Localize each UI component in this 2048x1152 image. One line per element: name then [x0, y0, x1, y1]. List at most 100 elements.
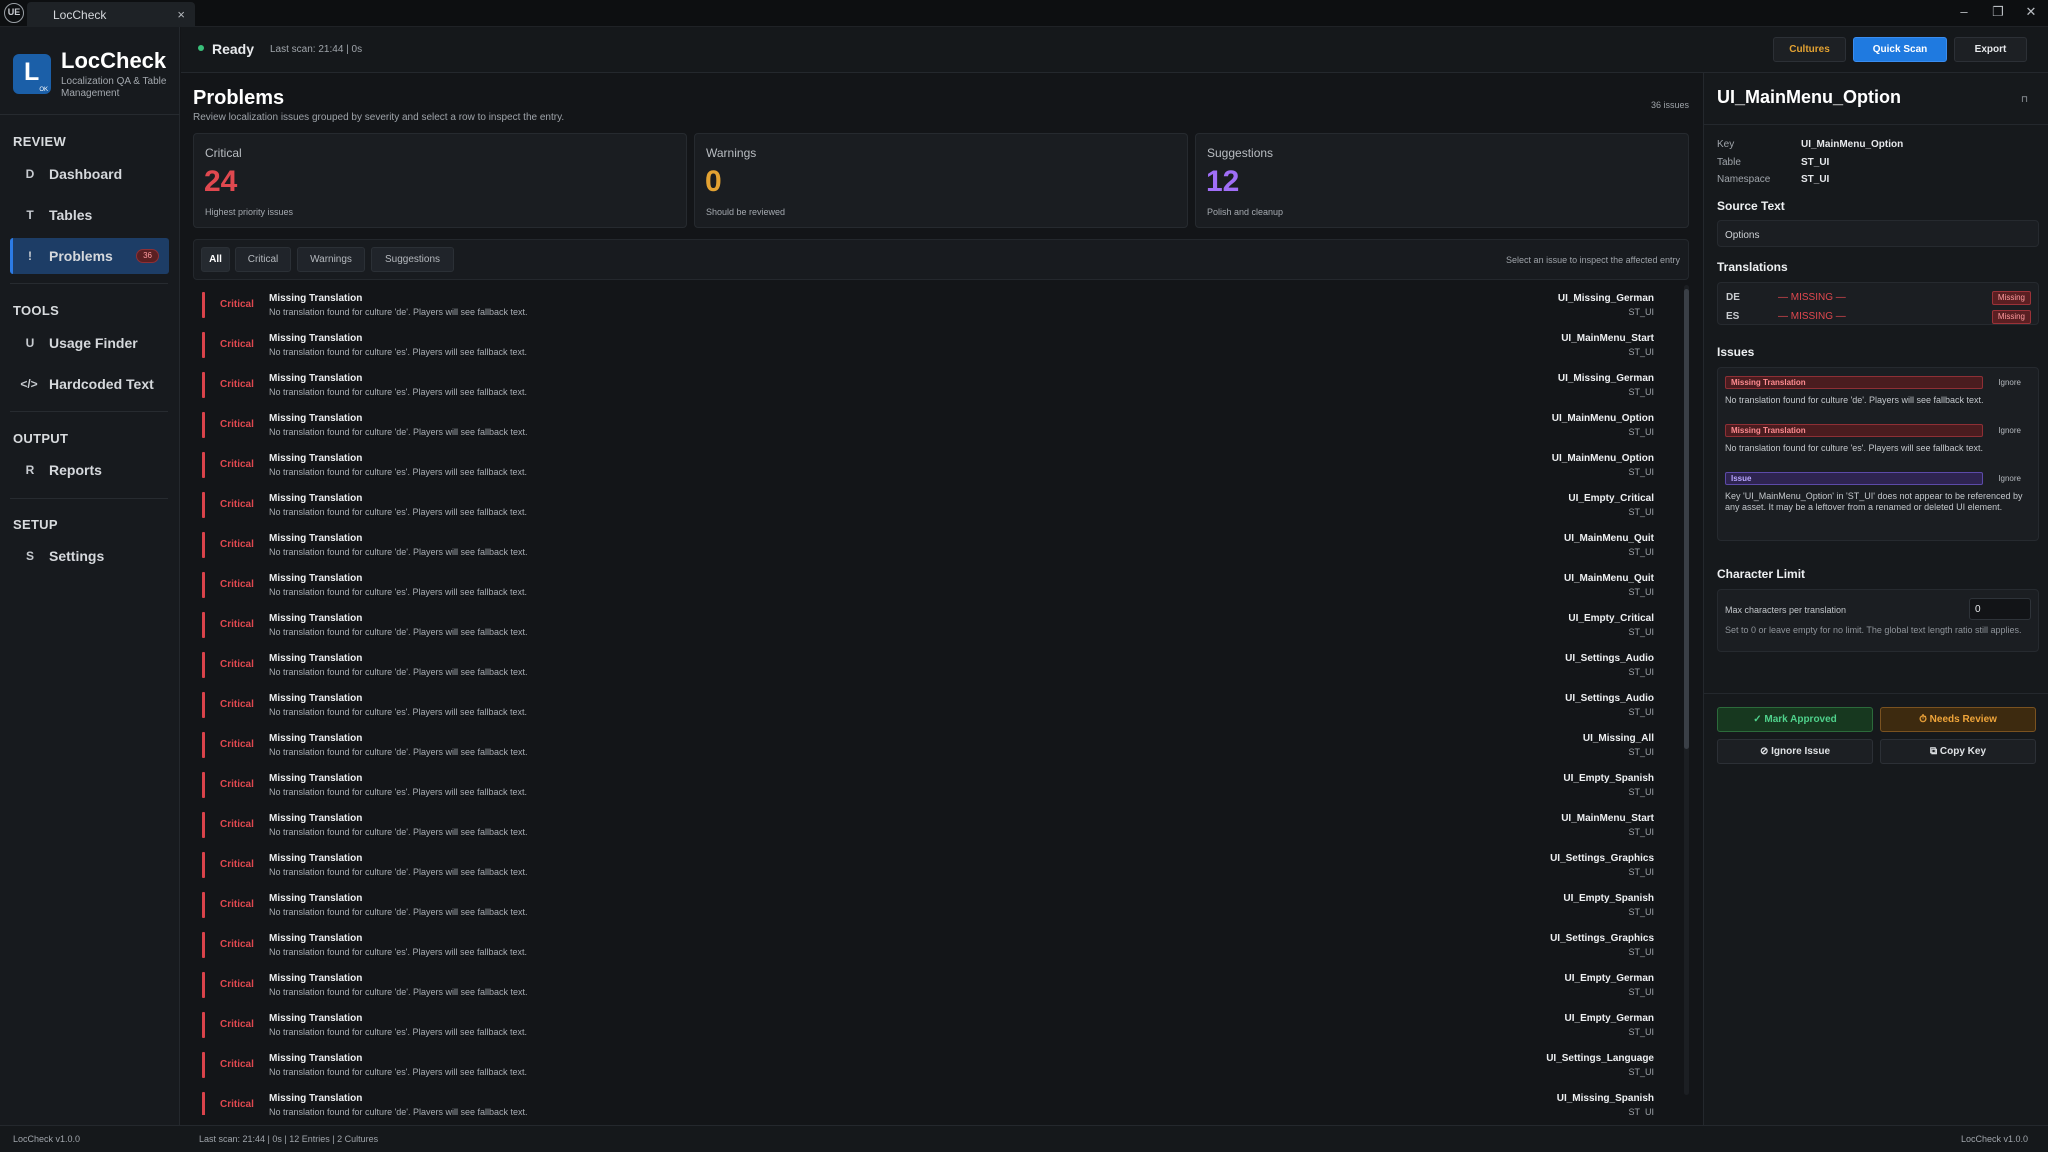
tab-close-icon[interactable]: ×	[177, 7, 185, 22]
copy-key-button[interactable]: ⧉ Copy Key	[1880, 739, 2036, 764]
issue-row[interactable]: Critical Missing Translation No translatio…	[193, 365, 1673, 405]
export-button[interactable]: Export	[1954, 37, 2027, 62]
sidebar-item-reports[interactable]: R Reports	[10, 452, 169, 488]
scrollbar-thumb[interactable]	[1684, 289, 1689, 749]
issue-row[interactable]: Critical Missing Translation No translatio…	[193, 1085, 1673, 1115]
issue-row[interactable]: Critical Missing Translation No translatio…	[193, 1005, 1673, 1045]
entry-table: ST_UI	[1628, 427, 1654, 437]
issue-row[interactable]: Critical Missing Translation No translatio…	[193, 285, 1673, 325]
filter-all[interactable]: All	[201, 247, 230, 272]
character-limit-input[interactable]	[1969, 598, 2031, 620]
ignore-button[interactable]: Ignore	[1998, 426, 2021, 435]
tables-icon: T	[26, 208, 34, 222]
issue-title: Missing Translation	[269, 853, 363, 864]
issue-row[interactable]: Critical Missing Translation No translatio…	[193, 325, 1673, 365]
needs-review-button[interactable]: ⏱ Needs Review	[1880, 707, 2036, 732]
entry-table: ST_UI	[1628, 547, 1654, 557]
filter-critical[interactable]: Critical	[235, 247, 291, 272]
issue-row[interactable]: Critical Missing Translation No translatio…	[193, 525, 1673, 565]
dashboard-icon: D	[25, 167, 35, 181]
card-subtitle: Highest priority issues	[205, 207, 294, 217]
sidebar: L OK LocCheck Localization QA & Table Ma…	[0, 27, 180, 1125]
ignore-button[interactable]: Ignore	[1998, 378, 2021, 387]
severity-label: Critical	[220, 659, 254, 670]
scrollbar[interactable]	[1684, 285, 1689, 1095]
severity-label: Critical	[220, 459, 254, 470]
issue-list: Critical Missing Translation No translatio…	[193, 285, 1689, 1115]
divider	[10, 283, 168, 284]
sidebar-item-dashboard[interactable]: D Dashboard	[10, 156, 169, 192]
issue-row[interactable]: Critical Missing Translation No translatio…	[193, 805, 1673, 845]
sidebar-item-tables[interactable]: T Tables	[10, 197, 169, 233]
entry-table: ST_UI	[1628, 467, 1654, 477]
severity-bar	[202, 652, 205, 678]
entry-key: UI_Settings_Graphics	[1550, 933, 1654, 944]
card-value: 24	[204, 165, 238, 198]
severity-bar	[202, 1092, 205, 1115]
issue-description: No translation found for culture 'de'. P…	[269, 667, 528, 677]
issue-title: Missing Translation	[269, 533, 363, 544]
sidebar-item-usage-finder[interactable]: U Usage Finder	[10, 325, 169, 361]
issue-description: No translation found for culture 'es'. P…	[269, 587, 528, 597]
translation-value[interactable]: — MISSING —	[1778, 311, 1846, 322]
ignore-button[interactable]: Ignore	[1998, 474, 2021, 483]
quick-scan-button[interactable]: Quick Scan	[1853, 37, 1947, 62]
issues-box: Missing Translation Ignore No translatio…	[1717, 367, 2039, 541]
issue-row[interactable]: Critical Missing Translation No translatio…	[193, 645, 1673, 685]
source-text: Options	[1725, 230, 1760, 241]
close-window-button[interactable]: ✕	[2017, 2, 2045, 22]
issue-row[interactable]: Critical Missing Translation No translatio…	[193, 925, 1673, 965]
severity-bar	[202, 572, 205, 598]
severity-label: Critical	[220, 579, 254, 590]
issue-description: No translation found for culture 'de'. P…	[1725, 395, 1984, 405]
cultures-button[interactable]: Cultures	[1773, 37, 1846, 62]
card-critical[interactable]: Critical 24 Highest priority issues	[193, 133, 687, 228]
divider	[0, 114, 180, 115]
severity-label: Critical	[220, 899, 254, 910]
mark-approved-button[interactable]: ✓ Mark Approved	[1717, 707, 1873, 732]
title-bar: UE LocCheck × – ❐ ✕	[0, 0, 2048, 27]
issue-title: Missing Translation	[269, 733, 363, 744]
sidebar-item-problems[interactable]: ! Problems 36	[10, 238, 169, 274]
page-title: Problems	[193, 87, 285, 109]
issue-row[interactable]: Critical Missing Translation No translatio…	[193, 605, 1673, 645]
severity-label: Critical	[220, 739, 254, 750]
issue-row[interactable]: Critical Missing Translation No translatio…	[193, 725, 1673, 765]
severity-bar	[202, 532, 205, 558]
issue-row[interactable]: Critical Missing Translation No translatio…	[193, 445, 1673, 485]
issue-row[interactable]: Critical Missing Translation No translatio…	[193, 565, 1673, 605]
source-text-box: Options	[1717, 220, 2039, 247]
logo-letter: L	[24, 58, 40, 86]
issue-row[interactable]: Critical Missing Translation No translatio…	[193, 965, 1673, 1005]
tab-loccheck[interactable]: LocCheck ×	[27, 2, 195, 27]
issue-row[interactable]: Critical Missing Translation No translatio…	[193, 405, 1673, 445]
issue-row[interactable]: Critical Missing Translation No translatio…	[193, 885, 1673, 925]
divider	[10, 411, 168, 412]
entry-key: UI_Missing_All	[1582, 733, 1654, 744]
sidebar-item-hardcoded-text[interactable]: </> Hardcoded Text	[10, 366, 169, 402]
filter-suggestions[interactable]: Suggestions	[371, 247, 454, 272]
filter-warnings[interactable]: Warnings	[297, 247, 365, 272]
card-suggestions[interactable]: Suggestions 12 Polish and cleanup	[1195, 133, 1689, 228]
pin-icon[interactable]: ⊓	[2021, 94, 2028, 105]
translation-value[interactable]: — MISSING —	[1778, 292, 1846, 303]
restore-button[interactable]: ❐	[1984, 2, 2012, 22]
ignore-issue-button[interactable]: ⊘ Ignore Issue	[1717, 739, 1873, 764]
issue-description: No translation found for culture 'es'. P…	[269, 707, 528, 717]
entry-key: UI_Empty_Spanish	[1563, 893, 1654, 904]
sidebar-item-settings[interactable]: S Settings	[10, 538, 169, 574]
issue-row[interactable]: Critical Missing Translation No translatio…	[193, 845, 1673, 885]
scan-stats-text: Last scan: 21:44 | 0s | 12 Entries | 2 C…	[199, 1134, 379, 1144]
issue-row[interactable]: Critical Missing Translation No translatio…	[193, 1045, 1673, 1085]
issue-title: Missing Translation	[269, 573, 363, 584]
minimize-button[interactable]: –	[1950, 2, 1978, 22]
card-warnings[interactable]: Warnings 0 Should be reviewed	[694, 133, 1188, 228]
issue-row[interactable]: Critical Missing Translation No translatio…	[193, 765, 1673, 805]
issue-row[interactable]: Critical Missing Translation No translatio…	[193, 685, 1673, 725]
sidebar-item-label: Tables	[49, 207, 93, 223]
issue-description: No translation found for culture 'de'. P…	[269, 747, 528, 757]
issue-title: Missing Translation	[269, 373, 363, 384]
issue-row[interactable]: Critical Missing Translation No translatio…	[193, 485, 1673, 525]
issue-description: No translation found for culture 'de'. P…	[269, 867, 528, 877]
issue-title: Missing Translation	[269, 1013, 363, 1024]
